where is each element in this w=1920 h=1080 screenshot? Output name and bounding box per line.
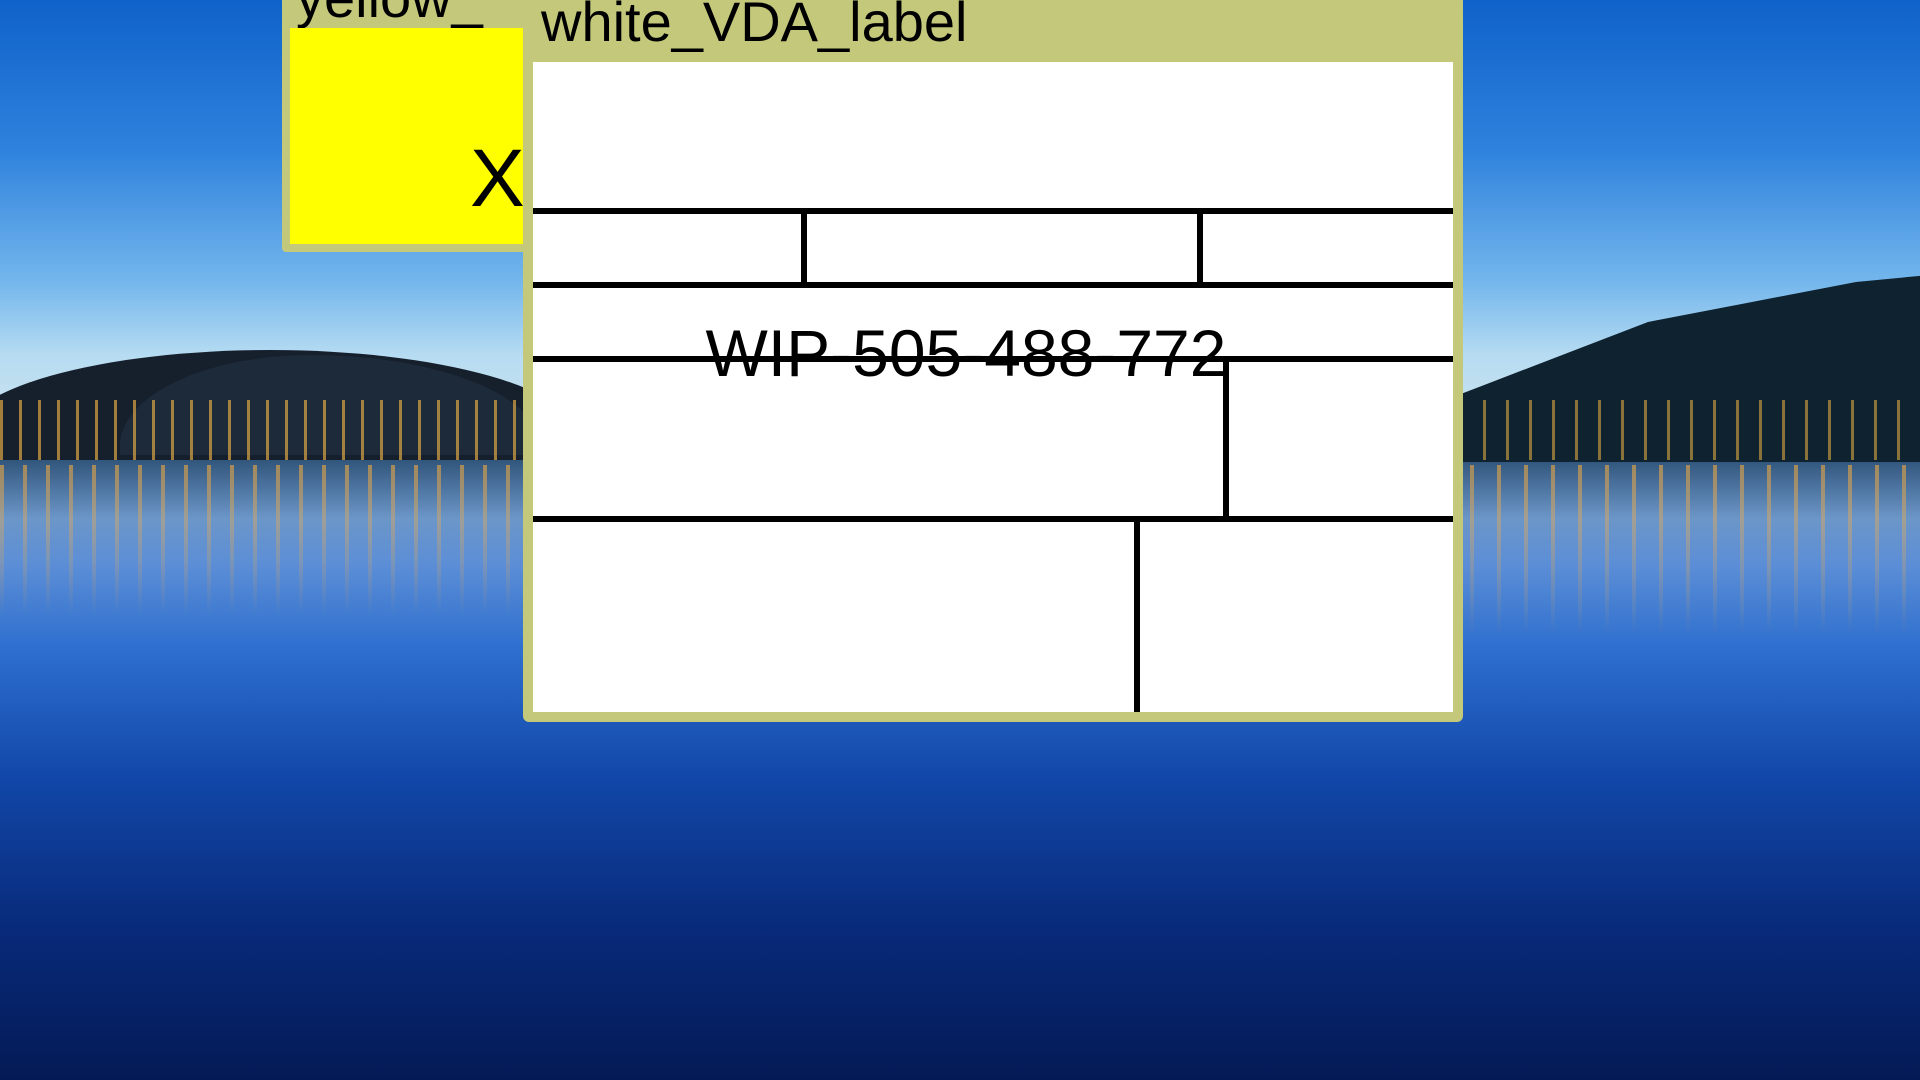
white-window-title[interactable]: white_VDA_label <box>541 0 967 50</box>
label-divider <box>533 282 1453 288</box>
desktop-wallpaper: yellow_ XY white_VDA_label WIP-505-488-7… <box>0 0 1920 1080</box>
vda-label-card: WIP-505-488-772 <box>533 62 1453 712</box>
label-divider <box>1134 516 1140 712</box>
label-divider <box>801 208 807 282</box>
wallpaper-reflection-right <box>1470 465 1920 635</box>
wallpaper-reflection-left <box>0 465 540 615</box>
label-divider <box>533 516 1453 522</box>
yellow-window-title[interactable]: yellow_ <box>296 0 483 26</box>
label-divider <box>1197 208 1203 282</box>
label-divider <box>1223 356 1229 518</box>
wallpaper-city-lights-right <box>1460 400 1920 460</box>
label-divider <box>533 356 1453 362</box>
label-divider <box>533 208 1453 214</box>
white-vda-label-window[interactable]: white_VDA_label WIP-505-488-772 <box>523 0 1463 722</box>
wallpaper-city-lights-left <box>0 400 540 460</box>
label-id-text: WIP-505-488-772 <box>705 316 1227 390</box>
